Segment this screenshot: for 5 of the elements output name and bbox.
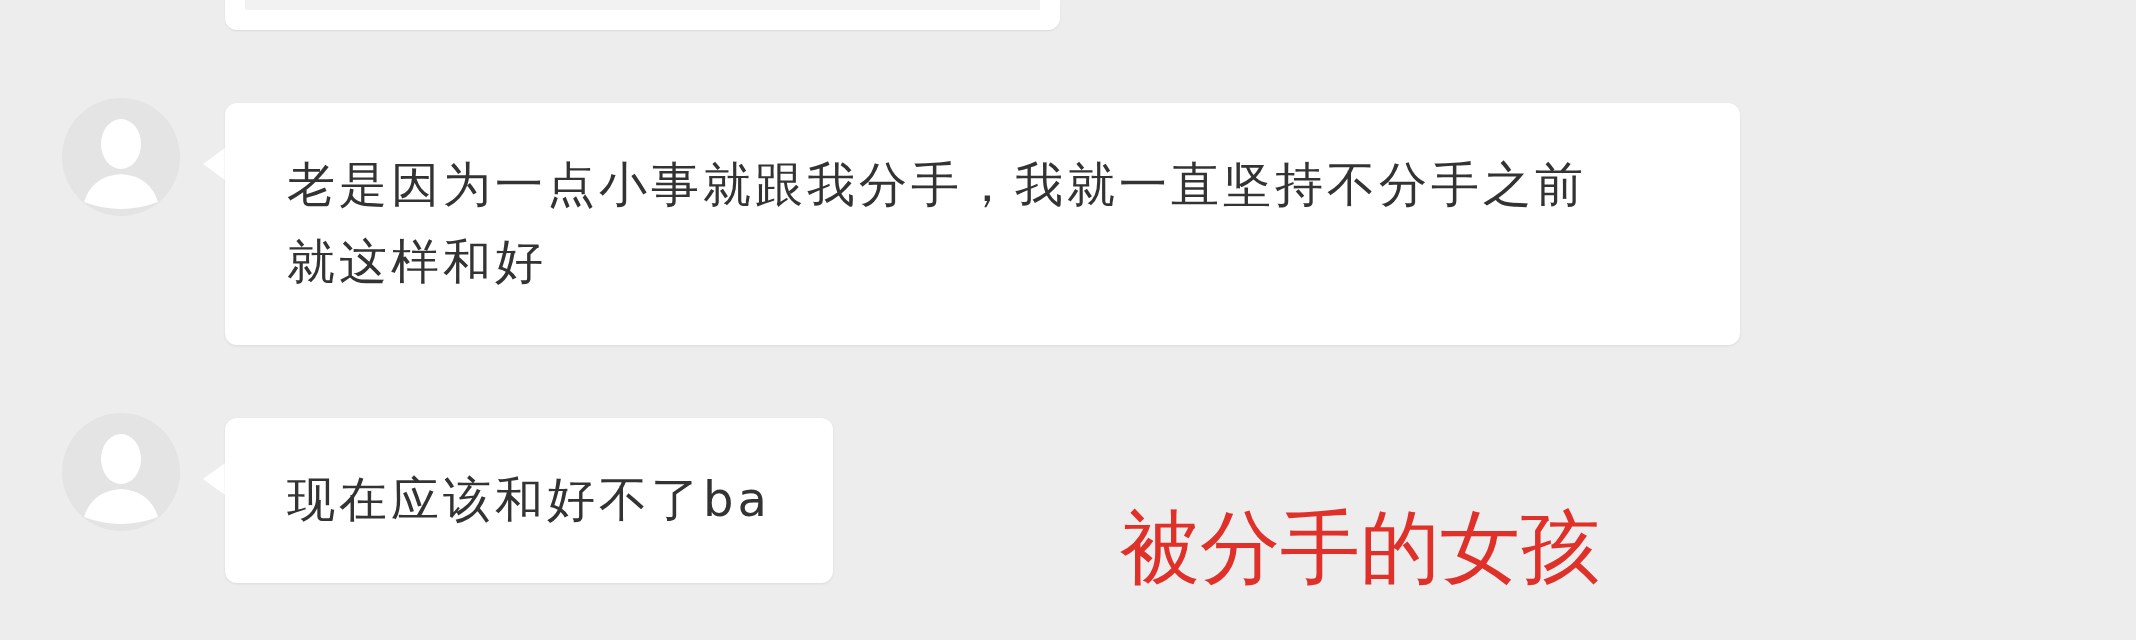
- avatar-icon: [62, 98, 180, 216]
- message-bubble: 老是因为一点小事就跟我分手，我就一直坚持不分手之前就这样和好: [225, 103, 1740, 345]
- caption-text: 被分手的女孩: [1119, 508, 1600, 588]
- message-bubble: 现在应该和好不了ba: [225, 418, 833, 583]
- avatar-icon: [62, 413, 180, 531]
